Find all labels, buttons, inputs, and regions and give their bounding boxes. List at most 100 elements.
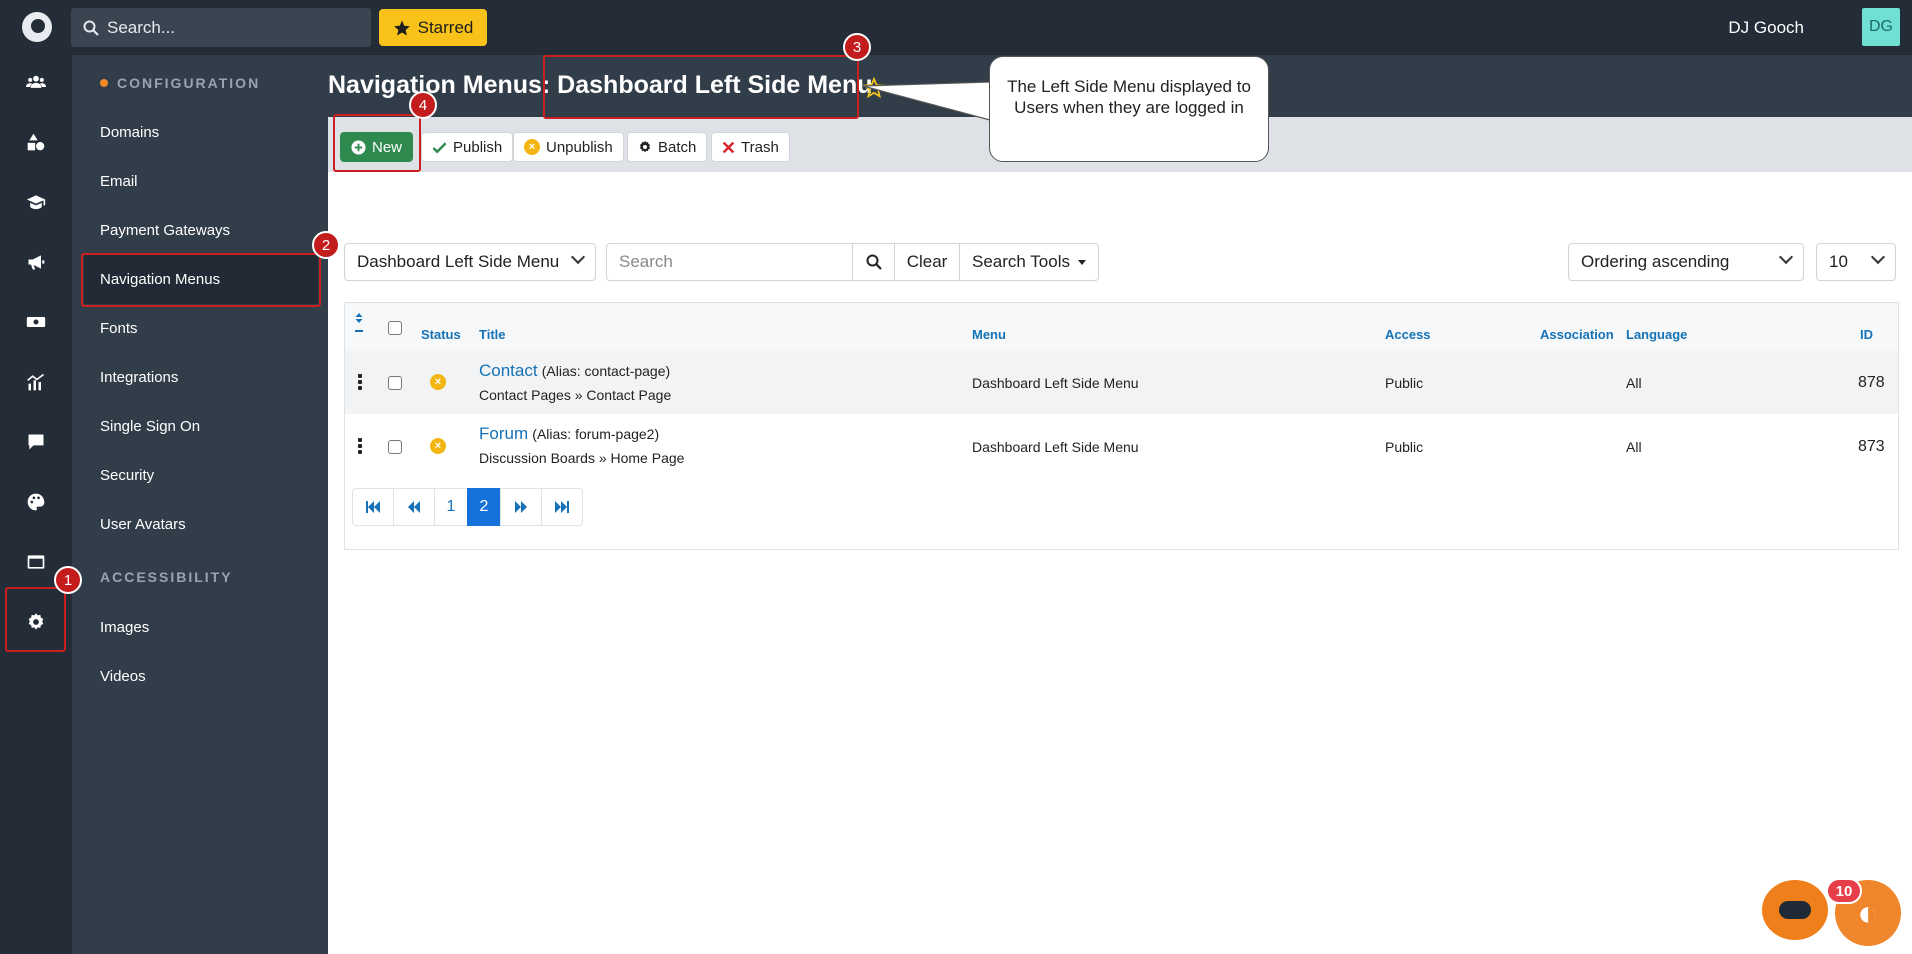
column-header-access[interactable]: Access xyxy=(1385,327,1431,342)
table-row: × Contact (Alias: contact-page) Contact … xyxy=(345,351,1898,414)
column-header-id[interactable]: ID xyxy=(1860,327,1873,342)
sidebar-item-payment-gateways[interactable]: Payment Gateways xyxy=(84,206,318,255)
annotation-highlight-settings xyxy=(5,587,66,652)
menu-select[interactable]: Dashboard Left Side Menu xyxy=(344,243,596,281)
row-id: 878 xyxy=(1858,374,1885,391)
row-menu: Dashboard Left Side Menu xyxy=(972,439,1139,455)
row-access: Public xyxy=(1385,439,1424,455)
star-icon xyxy=(393,20,410,35)
last-page-button[interactable] xyxy=(541,488,583,526)
money-icon[interactable] xyxy=(26,312,46,332)
row-path: Contact Pages » Contact Page xyxy=(479,387,672,403)
row-title-cell: Forum (Alias: forum-page2) xyxy=(479,424,659,444)
sidebar-item-fonts[interactable]: Fonts xyxy=(84,304,318,353)
sort-icon[interactable] xyxy=(354,311,364,333)
clear-button[interactable]: Clear xyxy=(894,243,960,281)
chat-icon[interactable] xyxy=(26,432,46,452)
row-language: All xyxy=(1626,439,1642,455)
palette-icon[interactable] xyxy=(26,492,46,512)
batch-label: Batch xyxy=(658,138,697,156)
chevron-down-icon xyxy=(1870,249,1886,265)
row-title-cell: Contact (Alias: contact-page) xyxy=(479,361,670,381)
page-1-button[interactable]: 1 xyxy=(434,488,468,526)
publish-button[interactable]: Publish xyxy=(421,132,514,162)
search-tools-label: Search Tools xyxy=(972,252,1070,271)
annotation-badge-3: 3 xyxy=(843,33,871,61)
section-heading-configuration: CONFIGURATION xyxy=(100,75,260,91)
page-2-button[interactable]: 2 xyxy=(467,488,501,526)
section-heading-accessibility: ACCESSIBILITY xyxy=(100,569,233,585)
list-search-input[interactable]: Search xyxy=(606,243,853,281)
icon-rail xyxy=(0,55,72,954)
annotation-badge-1: 1 xyxy=(54,566,82,594)
column-header-status[interactable]: Status xyxy=(421,327,461,342)
user-name[interactable]: DJ Gooch xyxy=(1728,18,1804,38)
megaphone-icon[interactable] xyxy=(26,252,46,272)
previous-page-icon xyxy=(408,501,420,513)
search-tools-button[interactable]: Search Tools xyxy=(959,243,1099,281)
row-path: Discussion Boards » Home Page xyxy=(479,450,685,466)
sidebar-item-email[interactable]: Email xyxy=(84,157,318,206)
select-all-checkbox[interactable] xyxy=(388,321,402,335)
unpublished-status-icon[interactable]: × xyxy=(430,374,446,390)
column-header-menu[interactable]: Menu xyxy=(972,327,1006,342)
users-icon[interactable] xyxy=(26,72,46,92)
sidebar-item-integrations[interactable]: Integrations xyxy=(84,353,318,402)
row-title-link[interactable]: Forum xyxy=(479,424,528,443)
top-bar: Search... Starred DJ Gooch DG xyxy=(0,0,1912,55)
chevron-down-icon xyxy=(570,249,586,265)
chart-icon[interactable] xyxy=(26,372,46,392)
annotation-badge-4: 4 xyxy=(409,91,437,119)
row-title-link[interactable]: Contact xyxy=(479,361,538,380)
sidebar-item-domains[interactable]: Domains xyxy=(84,108,318,157)
avatar[interactable]: DG xyxy=(1862,8,1900,46)
row-checkbox[interactable] xyxy=(388,440,402,454)
menu-items-table: Status Title Menu Access Association Lan… xyxy=(344,302,1899,550)
x-circle-icon: × xyxy=(524,139,540,155)
sidebar-item-single-sign-on[interactable]: Single Sign On xyxy=(84,402,318,451)
sidebar-item-security[interactable]: Security xyxy=(84,451,318,500)
close-icon xyxy=(722,141,735,153)
row-id: 873 xyxy=(1858,438,1885,455)
row-checkbox[interactable] xyxy=(388,376,402,390)
ordering-select[interactable]: Ordering ascending xyxy=(1568,243,1804,281)
column-header-language[interactable]: Language xyxy=(1626,327,1687,342)
main-content: Navigation Menus: Dashboard Left Side Me… xyxy=(328,55,1912,954)
search-icon xyxy=(83,20,99,36)
unpublish-label: Unpublish xyxy=(546,138,613,156)
search-button[interactable] xyxy=(852,243,895,281)
column-header-title[interactable]: Title xyxy=(479,327,506,342)
graduation-cap-icon[interactable] xyxy=(26,192,46,212)
list-content: Dashboard Left Side Menu Search Clear Se… xyxy=(328,172,1912,954)
next-page-button[interactable] xyxy=(500,488,542,526)
trash-button[interactable]: Trash xyxy=(711,132,790,162)
table-row: × Forum (Alias: forum-page2) Discussion … xyxy=(345,414,1898,477)
chat-launcher-button[interactable] xyxy=(1762,880,1828,940)
annotation-highlight-navigation-menus xyxy=(81,253,321,307)
column-header-association[interactable]: Association xyxy=(1540,327,1614,342)
annotation-highlight-new-button xyxy=(333,114,421,172)
app-logo[interactable] xyxy=(22,12,52,42)
previous-page-button[interactable] xyxy=(393,488,435,526)
unpublish-button[interactable]: × Unpublish xyxy=(513,132,624,162)
starred-button[interactable]: Starred xyxy=(379,9,487,46)
row-alias: (Alias: contact-page) xyxy=(541,363,671,379)
drag-handle-icon[interactable] xyxy=(358,374,362,390)
pagination: 1 2 xyxy=(352,488,583,526)
chevron-down-icon xyxy=(1778,249,1794,265)
drag-handle-icon[interactable] xyxy=(358,438,362,454)
global-search-input[interactable]: Search... xyxy=(71,8,371,47)
sidebar-item-user-avatars[interactable]: User Avatars xyxy=(84,500,318,549)
window-icon[interactable] xyxy=(26,552,46,572)
gear-icon xyxy=(639,140,651,153)
last-page-icon xyxy=(555,501,569,513)
unpublished-status-icon[interactable]: × xyxy=(430,438,446,454)
batch-button[interactable]: Batch xyxy=(627,132,708,162)
annotation-badge-2: 2 xyxy=(312,231,340,259)
limit-select[interactable]: 10 xyxy=(1816,243,1896,281)
first-page-button[interactable] xyxy=(352,488,394,526)
check-icon xyxy=(432,141,447,153)
sidebar-item-videos[interactable]: Videos xyxy=(84,652,318,701)
sidebar-item-images[interactable]: Images xyxy=(84,603,318,652)
shapes-icon[interactable] xyxy=(26,132,46,152)
